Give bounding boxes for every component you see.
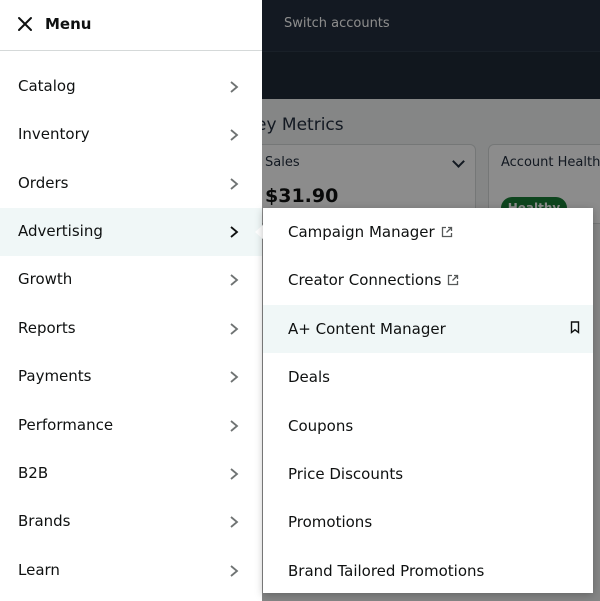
- sidebar-item-label: B2B: [18, 464, 49, 482]
- submenu-item-creator-connections[interactable]: Creator Connections: [263, 256, 593, 304]
- submenu-item-coupons[interactable]: Coupons: [263, 402, 593, 450]
- close-icon[interactable]: [16, 15, 34, 33]
- sidebar-item-label: Inventory: [18, 125, 90, 143]
- submenu-item-row-label: Creator Connections: [288, 271, 459, 289]
- chevron-right-icon: [230, 371, 239, 383]
- submenu-item-label: A+ Content Manager: [288, 320, 446, 338]
- sidebar-item-brands[interactable]: Brands: [0, 498, 262, 546]
- sidebar-item-b2b[interactable]: B2B: [0, 450, 262, 498]
- submenu-item-label: Promotions: [288, 513, 373, 531]
- submenu-item-label: Price Discounts: [288, 465, 404, 483]
- sidebar-item-growth[interactable]: Growth: [0, 256, 262, 304]
- sidebar-item-label: Growth: [18, 270, 73, 288]
- submenu-item-a-plus-content-manager[interactable]: A+ Content Manager: [263, 305, 593, 353]
- bookmark-icon[interactable]: [570, 321, 580, 334]
- sidebar-item-orders[interactable]: Orders: [0, 160, 262, 208]
- menu-drawer: Menu Catalog Inventory Orders Advertisin…: [0, 0, 262, 601]
- sidebar-item-label: Brands: [18, 512, 71, 530]
- submenu-item-label: Deals: [288, 368, 330, 386]
- chevron-right-icon: [230, 274, 239, 286]
- sidebar-item-label: Reports: [18, 319, 76, 337]
- sidebar-item-inventory[interactable]: Inventory: [0, 111, 262, 159]
- chevron-right-icon: [230, 468, 239, 480]
- sidebar-item-advertising[interactable]: Advertising: [0, 208, 262, 256]
- submenu-item-promotions[interactable]: Promotions: [263, 498, 593, 546]
- sidebar-item-learn[interactable]: Learn: [0, 547, 262, 595]
- sidebar-item-catalog[interactable]: Catalog: [0, 63, 262, 111]
- sidebar-item-label: Orders: [18, 174, 69, 192]
- external-link-icon: [448, 274, 459, 286]
- chevron-right-icon: [230, 323, 239, 335]
- sidebar-item-label: Catalog: [18, 77, 76, 95]
- sidebar-item-label: Learn: [18, 561, 60, 579]
- sidebar-item-payments[interactable]: Payments: [0, 353, 262, 401]
- external-link-icon: [441, 226, 452, 238]
- submenu-item-label: Coupons: [288, 417, 354, 435]
- submenu-item-brand-tailored-promotions[interactable]: Brand Tailored Promotions: [263, 547, 593, 595]
- menu-title: Menu: [45, 15, 92, 33]
- sidebar-item-label: Payments: [18, 367, 92, 385]
- chevron-right-icon: [230, 420, 239, 432]
- chevron-right-icon: [230, 81, 239, 93]
- submenu-item-deals[interactable]: Deals: [263, 353, 593, 401]
- chevron-right-icon: [230, 129, 239, 141]
- chevron-right-icon: [230, 516, 239, 528]
- sidebar-item-label: Performance: [18, 416, 114, 434]
- submenu-item-label: Campaign Manager: [288, 223, 435, 241]
- submenu-item-campaign-manager[interactable]: Campaign Manager: [263, 208, 593, 256]
- chevron-right-icon: [230, 178, 239, 190]
- menu-header: Menu: [0, 0, 262, 51]
- sidebar-item-performance[interactable]: Performance: [0, 402, 262, 450]
- sidebar-item-label: Advertising: [18, 222, 103, 240]
- sidebar-item-reports[interactable]: Reports: [0, 305, 262, 353]
- submenu-item-price-discounts[interactable]: Price Discounts: [263, 450, 593, 498]
- submenu-item-row-label: Campaign Manager: [288, 223, 453, 241]
- submenu-item-label: Creator Connections: [288, 271, 442, 289]
- chevron-right-icon: [230, 565, 239, 577]
- submenu-item-label: Brand Tailored Promotions: [288, 562, 485, 580]
- chevron-right-icon: [230, 226, 239, 238]
- advertising-submenu: Campaign Manager Creator Connections A+ …: [263, 208, 593, 593]
